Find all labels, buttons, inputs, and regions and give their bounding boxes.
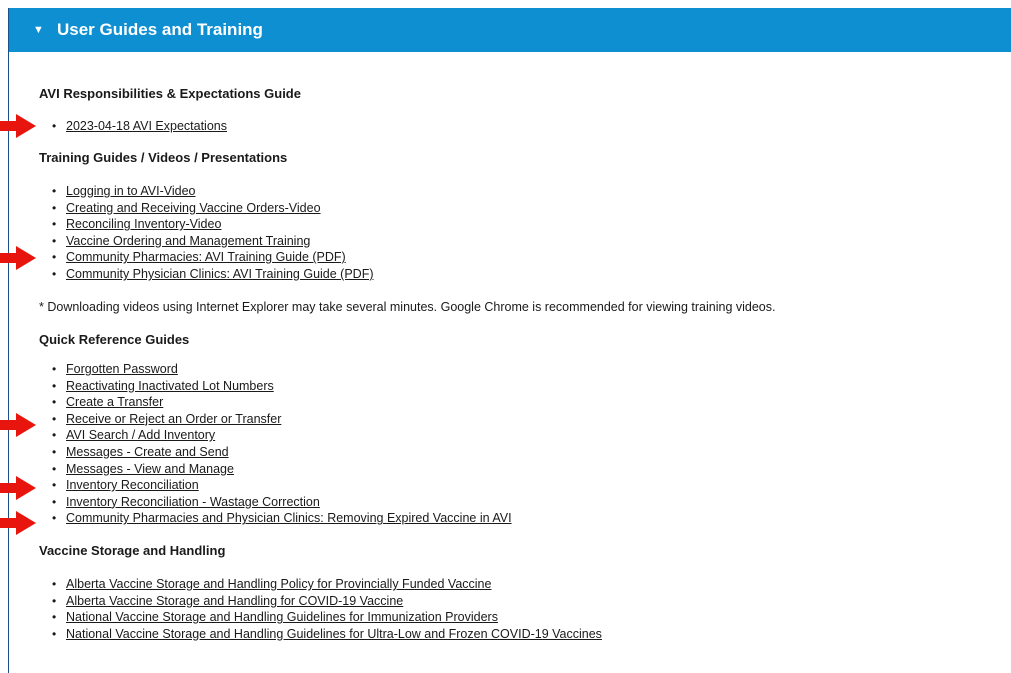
list-quick-reference: Forgotten Password Reactivating Inactiva… bbox=[52, 361, 512, 527]
link-creating-receiving-orders-video[interactable]: Creating and Receiving Vaccine Orders-Vi… bbox=[66, 201, 321, 215]
list-item: Messages - View and Manage bbox=[52, 461, 512, 478]
link-national-guidelines-ultra-low[interactable]: National Vaccine Storage and Handling Gu… bbox=[66, 627, 602, 641]
list-item: AVI Search / Add Inventory bbox=[52, 427, 512, 444]
link-receive-reject-order[interactable]: Receive or Reject an Order or Transfer bbox=[66, 412, 281, 426]
link-pharmacies-training-guide[interactable]: Community Pharmacies: AVI Training Guide… bbox=[66, 250, 346, 264]
list-item: Vaccine Ordering and Management Training bbox=[52, 233, 374, 250]
link-messages-create-send[interactable]: Messages - Create and Send bbox=[66, 445, 229, 459]
link-create-transfer[interactable]: Create a Transfer bbox=[66, 395, 163, 409]
downloading-videos-note: * Downloading videos using Internet Expl… bbox=[39, 300, 776, 314]
list-item: Forgotten Password bbox=[52, 361, 512, 378]
link-forgotten-password[interactable]: Forgotten Password bbox=[66, 362, 178, 376]
list-item: Inventory Reconciliation bbox=[52, 477, 512, 494]
link-avi-expectations[interactable]: 2023-04-18 AVI Expectations bbox=[66, 119, 227, 133]
red-right-arrow-icon bbox=[0, 476, 36, 500]
list-item: Receive or Reject an Order or Transfer bbox=[52, 411, 512, 428]
list-item: Messages - Create and Send bbox=[52, 444, 512, 461]
red-right-arrow-icon bbox=[0, 246, 36, 270]
list-vaccine-storage: Alberta Vaccine Storage and Handling Pol… bbox=[52, 576, 602, 642]
link-alberta-storage-covid[interactable]: Alberta Vaccine Storage and Handling for… bbox=[66, 594, 403, 608]
panel-header-toggle[interactable]: ▼ User Guides and Training bbox=[9, 8, 1011, 52]
list-avi-responsibilities: 2023-04-18 AVI Expectations bbox=[52, 118, 227, 135]
list-training: Logging in to AVI-Video Creating and Rec… bbox=[52, 183, 374, 283]
link-reconciling-inventory-video[interactable]: Reconciling Inventory-Video bbox=[66, 217, 221, 231]
list-item: Create a Transfer bbox=[52, 394, 512, 411]
link-reactivating-lot-numbers[interactable]: Reactivating Inactivated Lot Numbers bbox=[66, 379, 274, 393]
link-messages-view-manage[interactable]: Messages - View and Manage bbox=[66, 462, 234, 476]
panel-title: User Guides and Training bbox=[57, 20, 263, 39]
list-item: Inventory Reconciliation - Wastage Corre… bbox=[52, 494, 512, 511]
link-removing-expired-vaccine[interactable]: Community Pharmacies and Physician Clini… bbox=[66, 511, 512, 525]
list-item: Community Physician Clinics: AVI Trainin… bbox=[52, 266, 374, 283]
red-right-arrow-icon bbox=[0, 511, 36, 535]
section-title-quick-reference: Quick Reference Guides bbox=[39, 332, 190, 347]
link-alberta-storage-policy[interactable]: Alberta Vaccine Storage and Handling Pol… bbox=[66, 577, 491, 591]
link-vaccine-ordering-training[interactable]: Vaccine Ordering and Management Training bbox=[66, 234, 310, 248]
list-item: Community Pharmacies and Physician Clini… bbox=[52, 510, 512, 527]
caret-down-icon: ▼ bbox=[33, 24, 44, 36]
list-item: Creating and Receiving Vaccine Orders-Vi… bbox=[52, 200, 374, 217]
list-item: Reactivating Inactivated Lot Numbers bbox=[52, 378, 512, 395]
list-item: National Vaccine Storage and Handling Gu… bbox=[52, 626, 602, 643]
list-item: 2023-04-18 AVI Expectations bbox=[52, 118, 227, 135]
red-right-arrow-icon bbox=[0, 413, 36, 437]
list-item: Reconciling Inventory-Video bbox=[52, 216, 374, 233]
link-logging-in-video[interactable]: Logging in to AVI-Video bbox=[66, 184, 196, 198]
section-title-training: Training Guides / Videos / Presentations bbox=[39, 150, 288, 165]
list-item: National Vaccine Storage and Handling Gu… bbox=[52, 609, 602, 626]
red-right-arrow-icon bbox=[0, 114, 36, 138]
section-title-avi-responsibilities: AVI Responsibilities & Expectations Guid… bbox=[39, 86, 301, 101]
list-item: Logging in to AVI-Video bbox=[52, 183, 374, 200]
link-avi-search-add-inventory[interactable]: AVI Search / Add Inventory bbox=[66, 428, 215, 442]
link-inventory-reconciliation[interactable]: Inventory Reconciliation bbox=[66, 478, 199, 492]
list-item: Alberta Vaccine Storage and Handling Pol… bbox=[52, 576, 602, 593]
list-item: Community Pharmacies: AVI Training Guide… bbox=[52, 249, 374, 266]
list-item: Alberta Vaccine Storage and Handling for… bbox=[52, 593, 602, 610]
section-title-vaccine-storage: Vaccine Storage and Handling bbox=[39, 543, 226, 558]
link-inventory-wastage-correction[interactable]: Inventory Reconciliation - Wastage Corre… bbox=[66, 495, 320, 509]
link-national-guidelines-providers[interactable]: National Vaccine Storage and Handling Gu… bbox=[66, 610, 498, 624]
link-physician-clinics-training-guide[interactable]: Community Physician Clinics: AVI Trainin… bbox=[66, 267, 374, 281]
